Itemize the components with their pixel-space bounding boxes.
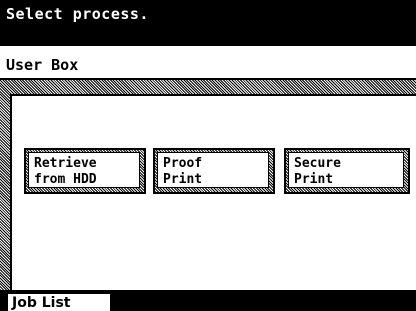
retrieve-from-hdd-label: Retrieve from HDD xyxy=(28,152,140,188)
proof-print-button[interactable]: Proof Print xyxy=(153,148,275,194)
instruction-bar: Select process. xyxy=(0,0,416,46)
secure-print-button[interactable]: Secure Print xyxy=(284,148,410,194)
proof-print-label: Proof Print xyxy=(157,152,269,188)
secure-print-label: Secure Print xyxy=(288,152,404,188)
instruction-text: Select process. xyxy=(6,5,149,23)
retrieve-from-hdd-button[interactable]: Retrieve from HDD xyxy=(24,148,146,194)
job-list-tab[interactable]: Job List xyxy=(6,292,112,311)
screen-title-bar: User Box xyxy=(0,46,416,80)
process-area: Retrieve from HDD Proof Print Secure Pri… xyxy=(0,80,416,290)
screen-title: User Box xyxy=(6,56,79,74)
footer-bar: Job List xyxy=(0,290,416,311)
process-panel: Retrieve from HDD Proof Print Secure Pri… xyxy=(10,94,416,290)
